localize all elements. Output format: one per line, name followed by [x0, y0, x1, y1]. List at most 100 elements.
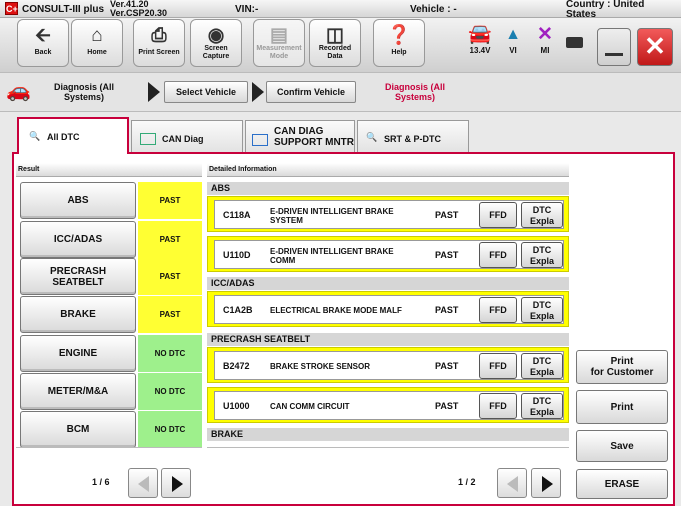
- dtc-status: PAST: [435, 361, 459, 371]
- system-status-bcm: NO DTC: [138, 411, 202, 448]
- confirm-vehicle-button[interactable]: Confirm Vehicle: [266, 81, 356, 103]
- can-support-icon: [252, 134, 268, 146]
- recorded-data-button[interactable]: ◫ Recorded Data: [309, 19, 361, 67]
- measurement-label-2: Mode: [269, 53, 289, 60]
- back-label: Back: [34, 49, 52, 56]
- group-header-icc-adas: ICC/ADAS: [207, 277, 569, 290]
- recorded-label-2: Data: [327, 53, 343, 60]
- crumb-diag-line-1: Diagnosis (All: [53, 82, 114, 92]
- system-status-icc-adas: PAST: [138, 221, 202, 258]
- vehicle-label: Vehicle : -: [410, 4, 457, 15]
- system-button-abs[interactable]: ABS: [20, 182, 136, 219]
- print-customer-line-2: for Customer: [590, 367, 654, 378]
- dtc-explanation-button[interactable]: DTC Expla: [521, 353, 563, 379]
- tab-can-support-line-1: CAN DIAG: [274, 126, 324, 137]
- tab-all-dtc-label: All DTC: [47, 132, 80, 142]
- minimize-button[interactable]: [597, 28, 631, 66]
- dtc-explanation-button[interactable]: DTC Expla: [521, 242, 563, 268]
- ffd-button[interactable]: FFD: [479, 242, 517, 268]
- result-next-button[interactable]: [161, 468, 191, 498]
- system-button-bcm[interactable]: BCM: [20, 411, 136, 448]
- tab-all-dtc[interactable]: 🔍 All DTC: [17, 117, 129, 154]
- tab-can-diag-support-mntr[interactable]: CAN DIAG SUPPORT MNTR: [245, 120, 355, 153]
- dtc-explanation-button[interactable]: DTC Expla: [521, 297, 563, 323]
- ffd-button[interactable]: FFD: [479, 393, 517, 419]
- measurement-label-1: Measurement: [256, 45, 302, 52]
- version-info: Ver.41.20 Ver.CSP20.30: [110, 0, 167, 18]
- tab-can-diag[interactable]: CAN Diag: [131, 120, 243, 153]
- dtc-expl-line-1: DTC: [532, 245, 552, 255]
- system-button-meter-ma[interactable]: METER/M&A: [20, 373, 136, 410]
- dtc-expl-line-2: Expla: [529, 367, 554, 377]
- dtc-row: U110D E-DRIVEN INTELLIGENT BRAKE COMM PA…: [207, 236, 569, 272]
- print-for-customer-button[interactable]: Print for Customer: [576, 350, 668, 384]
- system-button-engine[interactable]: ENGINE: [20, 335, 136, 372]
- home-icon: ⌂: [91, 25, 103, 46]
- dtc-expl-line-2: Expla: [529, 216, 554, 226]
- mi-status: ✕ MI: [532, 24, 558, 55]
- save-button[interactable]: Save: [576, 430, 668, 462]
- help-label: Help: [391, 49, 407, 56]
- camera-icon: ◉: [207, 25, 225, 46]
- prev-arrow-icon: [507, 476, 518, 492]
- dtc-description: ELECTRICAL BRAKE MODE MALF: [270, 306, 402, 315]
- help-button[interactable]: ❓ Help: [373, 19, 425, 67]
- crumb-diagnosis-all-systems[interactable]: Diagnosis (All Systems): [42, 82, 126, 102]
- ffd-button[interactable]: FFD: [479, 297, 517, 323]
- detail-header: Detailed Information: [207, 163, 569, 177]
- dtc-expl-line-2: Expla: [529, 256, 554, 266]
- dtc-row-inner: U110D E-DRIVEN INTELLIGENT BRAKE COMM PA…: [214, 240, 564, 269]
- close-button[interactable]: ✕: [637, 28, 673, 66]
- ffd-button[interactable]: FFD: [479, 353, 517, 379]
- dtc-description: E-DRIVEN INTELLIGENT BRAKE SYSTEM: [270, 206, 394, 225]
- dtc-explanation-button[interactable]: DTC Expla: [521, 202, 563, 228]
- system-status-brake: PAST: [138, 296, 202, 333]
- version-line-2: Ver.CSP20.30: [110, 8, 168, 18]
- group-header-precrash: PRECRASH SEATBELT: [207, 333, 569, 346]
- system-button-icc-adas[interactable]: ICC/ADAS: [20, 221, 136, 258]
- back-button[interactable]: 🡨 Back: [17, 19, 69, 67]
- close-icon: ✕: [644, 31, 666, 61]
- system-button-brake[interactable]: BRAKE: [20, 296, 136, 333]
- result-divider: [16, 447, 202, 448]
- dtc-row: B2472 BRAKE STROKE SENSOR PAST FFD DTC Ex…: [207, 347, 569, 383]
- recorded-data-icon: ◫: [326, 25, 344, 46]
- screen-capture-button[interactable]: ◉ Screen Capture: [190, 19, 242, 67]
- country-info: Country : United States: [566, 0, 644, 20]
- car-battery-icon: 🚘: [468, 24, 492, 45]
- tab-srt-pdtc[interactable]: 🔍 SRT & P-DTC: [357, 120, 469, 153]
- vehicle-icon: 🚗: [6, 80, 31, 102]
- print-screen-button[interactable]: ⎙ Print Screen: [133, 19, 185, 67]
- system-status-precrash: PAST: [138, 258, 202, 295]
- dtc-code: U1000: [223, 401, 250, 411]
- result-prev-button[interactable]: [128, 468, 158, 498]
- dtc-code: U110D: [223, 250, 251, 260]
- detail-prev-button[interactable]: [497, 468, 527, 498]
- dtc-explanation-button[interactable]: DTC Expla: [521, 393, 563, 419]
- help-icon: ❓: [387, 25, 411, 46]
- vi-status: ▲ VI: [500, 24, 526, 55]
- back-arrow-icon: 🡨: [35, 25, 51, 46]
- tab-can-support-line-2: SUPPORT MNTR: [274, 137, 354, 148]
- dtc-expl-line-1: DTC: [532, 205, 552, 215]
- dtc-expl-line-1: DTC: [532, 356, 552, 366]
- vin-label: VIN:-: [235, 4, 259, 15]
- battery-status: 🚘 13.4V: [462, 24, 498, 55]
- print-button[interactable]: Print: [576, 390, 668, 424]
- erase-button[interactable]: ERASE: [576, 469, 668, 499]
- dtc-status: PAST: [435, 401, 459, 411]
- measurement-mode-button[interactable]: ▤ Measurement Mode: [253, 19, 305, 67]
- detail-next-button[interactable]: [531, 468, 561, 498]
- dtc-row: U1000 CAN COMM CIRCUIT PAST FFD DTC Expla: [207, 387, 569, 423]
- system-button-precrash-seatbelt[interactable]: PRECRASH SEATBELT: [20, 258, 136, 295]
- vi-label: VI: [509, 46, 517, 55]
- ffd-button[interactable]: FFD: [479, 202, 517, 228]
- tab-can-support-label: CAN DIAG SUPPORT MNTR: [274, 126, 354, 148]
- select-vehicle-button[interactable]: Select Vehicle: [164, 81, 248, 103]
- crumb-arrow-icon: [148, 82, 160, 102]
- app-name: CONSULT-III plus: [22, 4, 105, 15]
- next-arrow-icon: [172, 476, 183, 492]
- dtc-expl-line-2: Expla: [529, 407, 554, 417]
- printer-icon: ⎙: [151, 25, 167, 46]
- home-button[interactable]: ⌂ Home: [71, 19, 123, 67]
